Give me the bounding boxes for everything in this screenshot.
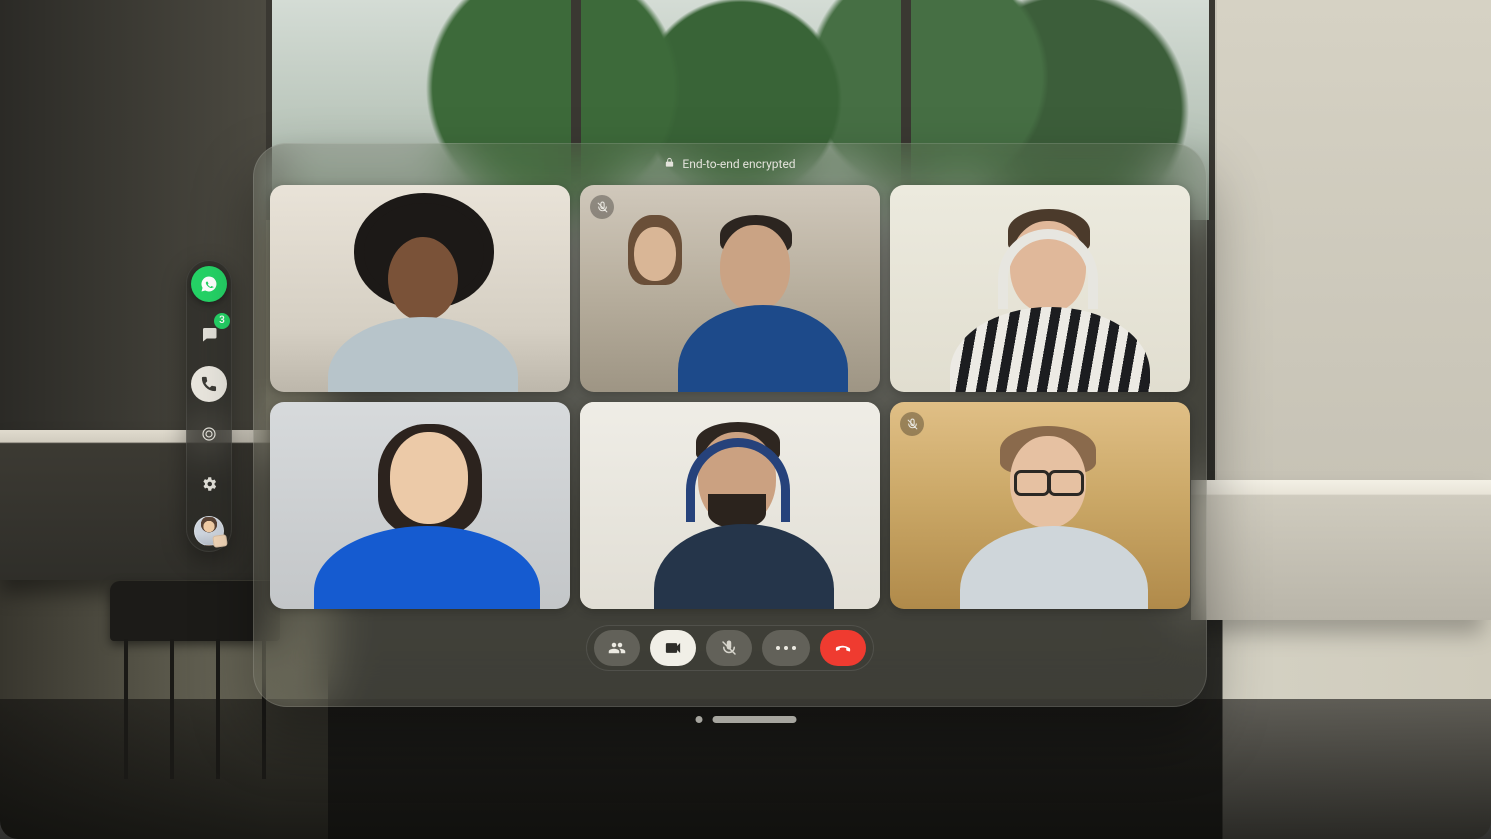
window-drag-handle[interactable] [695,716,796,723]
call-window: End-to-end encrypted [253,143,1207,707]
encryption-label: End-to-end encrypted [682,157,795,171]
mic-muted-icon [590,195,614,219]
participant-tile[interactable] [890,185,1190,392]
participants-button[interactable] [594,630,640,666]
sidebar-updates-button[interactable] [191,416,227,452]
sidebar-profile-avatar[interactable] [194,516,224,546]
chats-badge: 3 [214,313,230,329]
participant-tile[interactable] [890,402,1190,609]
participants-grid [270,185,1190,609]
encryption-banner: End-to-end encrypted [664,143,795,185]
participant-tile-self[interactable] [580,402,880,609]
sidebar-calls-button[interactable] [191,366,227,402]
participant-tile[interactable] [580,185,880,392]
more-icon [776,646,796,650]
sidebar: 3 [186,260,232,552]
end-call-button[interactable] [820,630,866,666]
sidebar-chats-button[interactable]: 3 [191,316,227,352]
participant-tile[interactable] [270,185,570,392]
sidebar-settings-button[interactable] [191,466,227,502]
camera-toggle-button[interactable] [650,630,696,666]
mic-toggle-button[interactable] [706,630,752,666]
lock-icon [664,157,675,171]
participant-tile[interactable] [270,402,570,609]
call-toolbar [586,625,874,671]
mic-muted-icon [900,412,924,436]
more-options-button[interactable] [762,630,810,666]
whatsapp-app-icon[interactable] [191,266,227,302]
